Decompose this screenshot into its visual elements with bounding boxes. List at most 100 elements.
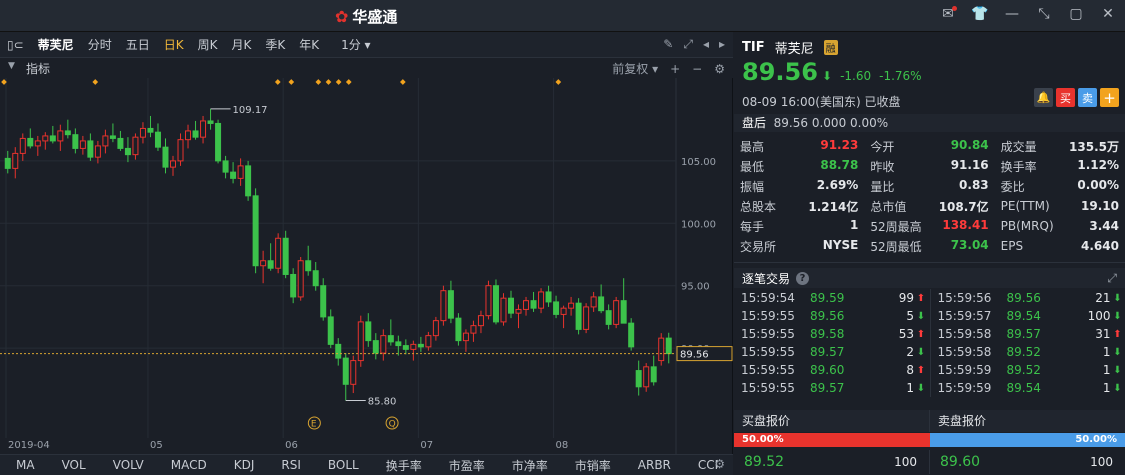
mail-icon[interactable]: ✉ <box>939 6 957 22</box>
stats-row: 交易所 NYSE 52周最低 73.04 EPS 4.640 <box>734 236 1125 256</box>
bid-label: 买盘报价 <box>734 410 929 432</box>
stock-name: 蒂芙尼 <box>774 42 814 57</box>
indicator-tab[interactable]: VOLV <box>97 458 155 472</box>
draw-pen-icon[interactable]: ✎ <box>663 37 673 52</box>
candlestick-chart[interactable]: 105.00100.0095.0090.002019-0405060708109… <box>0 78 733 454</box>
shirt-icon[interactable]: 👕 <box>971 6 989 22</box>
fullscreen-icon[interactable]: ⤢ <box>683 37 693 52</box>
candle-body <box>357 321 364 362</box>
candle-body <box>297 260 304 298</box>
candle-body <box>154 131 161 148</box>
tab-period-2[interactable]: 日K <box>157 36 191 53</box>
indicator-tab[interactable]: 换手率 <box>370 457 433 474</box>
trade-volume: 53 <box>898 327 914 341</box>
stat-label: 52周最低 <box>870 239 922 254</box>
candle-body <box>335 343 342 359</box>
stat-value: 0.83 <box>959 177 989 192</box>
expand-icon[interactable]: ⤢ <box>1107 271 1117 286</box>
price-change: ⬇ -1.60 -1.76% <box>822 69 922 83</box>
alert-bell-icon[interactable]: 🔔 <box>1034 88 1053 107</box>
minimize-icon[interactable]: — <box>1003 6 1021 22</box>
stat-cell: 成交量 135.5万 <box>995 138 1125 155</box>
order-book-header: 买盘报价 卖盘报价 <box>734 410 1125 432</box>
candle-body <box>19 137 26 154</box>
candle-body <box>207 120 214 124</box>
indicator-label[interactable]: 指标 <box>26 60 50 77</box>
candle-body <box>34 140 41 147</box>
maximize-icon[interactable]: ▢ <box>1067 6 1085 22</box>
buy-button[interactable]: 买 <box>1056 88 1075 107</box>
ask-label: 卖盘报价 <box>929 410 1125 432</box>
tab-period-4[interactable]: 月K <box>224 36 258 53</box>
plus-icon[interactable]: + <box>670 62 680 76</box>
candle-body <box>72 134 79 149</box>
adjust-select[interactable]: 前复权 ▾ <box>612 60 658 77</box>
candle-body <box>613 300 620 325</box>
tab-period-3[interactable]: 周K <box>191 36 225 53</box>
candle-body <box>432 320 439 337</box>
trade-price: 89.54 <box>1006 309 1041 323</box>
tab-period-5[interactable]: 季K <box>258 36 292 53</box>
arrow-right-icon[interactable]: ▸ <box>719 37 725 52</box>
window-controls: ✉ 👕 — ⤡ ▢ ✕ <box>939 6 1117 22</box>
x-tick-label: 06 <box>285 440 298 451</box>
stat-cell: 总股本 1.214亿 <box>734 198 864 215</box>
close-icon[interactable]: ✕ <box>1099 6 1117 22</box>
indicator-tab[interactable]: 市净率 <box>496 457 559 474</box>
candle-body <box>568 302 575 309</box>
candle-body <box>87 140 94 158</box>
indicator-bar: ▼ 指标 前复权 ▾ + − ⚙ <box>0 58 733 78</box>
tab-period-1[interactable]: 五日 <box>119 36 157 53</box>
candle-body <box>530 300 537 309</box>
candle-body <box>492 285 499 323</box>
indicator-tab[interactable]: ARBR <box>622 458 682 472</box>
indicator-tab[interactable]: 市盈率 <box>433 457 496 474</box>
app-logo: ✿ 华盛通 <box>335 6 397 27</box>
indicator-tab[interactable]: KDJ <box>218 458 266 472</box>
indicator-tab[interactable]: VOL <box>46 458 97 472</box>
candle-body <box>523 300 530 310</box>
stat-cell: PB(MRQ) 3.44 <box>995 219 1125 233</box>
candle-body <box>447 290 454 319</box>
minus-icon[interactable]: − <box>692 62 702 76</box>
indicator-tab[interactable]: BOLL <box>312 458 370 472</box>
x-tick-label: 07 <box>420 440 433 451</box>
candle-body <box>500 297 507 323</box>
stat-label: 昨收 <box>870 159 895 174</box>
trade-time: 15:59:58 <box>937 345 992 359</box>
x-tick-label: 08 <box>556 440 569 451</box>
indicator-tab[interactable]: MACD <box>155 458 218 472</box>
trade-price: 89.59 <box>810 291 845 305</box>
candle-body <box>327 316 334 345</box>
collapse-panel-icon[interactable]: ▯⊂ <box>0 38 31 52</box>
interval-select[interactable]: 1分 ▾ <box>334 36 377 53</box>
x-tick-label: 2019-04 <box>8 440 50 451</box>
settings-gear-icon[interactable]: ⚙ <box>714 62 725 76</box>
candle-body <box>342 357 349 385</box>
arrow-left-icon[interactable]: ◂ <box>703 37 709 52</box>
candle-body <box>312 270 319 287</box>
shrink-icon[interactable]: ⤡ <box>1035 6 1053 22</box>
tab-period-6[interactable]: 年K <box>292 36 326 53</box>
trade-price: 89.57 <box>810 381 845 395</box>
add-watchlist-button[interactable]: + <box>1100 88 1119 107</box>
indicator-tabs: MA VOL VOLV MACD KDJ RSI BOLL 换手率 市盈率 市净率 市销率 ARBR C… <box>0 454 769 475</box>
help-icon[interactable]: ? <box>796 271 810 285</box>
trade-time: 15:59:55 <box>741 363 795 377</box>
down-arrow-icon: ⬇ <box>1113 310 1122 322</box>
trade-time: 15:59:57 <box>937 309 992 323</box>
indicator-settings-icon[interactable]: ⚙ <box>714 457 725 471</box>
indicator-tab[interactable]: MA <box>0 458 46 472</box>
tab-period-0[interactable]: 分时 <box>81 36 119 53</box>
indicator-tab[interactable]: 市销率 <box>559 457 622 474</box>
app-title: 华盛通 <box>352 8 398 26</box>
stat-cell: 最高 91.23 <box>734 138 864 155</box>
sell-button[interactable]: 卖 <box>1078 88 1097 107</box>
order-book-ratio: 50.00% 50.00% <box>734 433 1125 447</box>
stat-label: PB(MRQ) <box>1000 219 1054 233</box>
collapse-indicator-icon[interactable]: ▼ <box>8 61 15 71</box>
indicator-tab[interactable]: RSI <box>265 458 312 472</box>
trade-time: 15:59:55 <box>741 345 795 359</box>
candle-body <box>290 273 297 298</box>
candle-body <box>139 127 146 138</box>
